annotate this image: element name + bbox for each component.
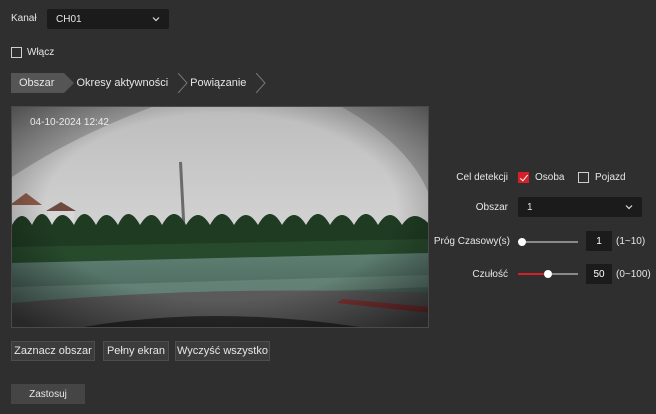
person-label: Osoba <box>535 172 565 183</box>
time-threshold-input[interactable]: 1 <box>586 231 612 251</box>
enable-checkbox[interactable] <box>11 47 22 58</box>
area-label: Obszar <box>475 202 508 213</box>
time-threshold-slider[interactable] <box>518 238 526 246</box>
clear-all-button[interactable]: Wyczyść wszystko <box>175 341 270 361</box>
vehicle-label: Pojazd <box>595 172 626 183</box>
tab-active-periods-label: Okresy aktywności <box>76 77 169 89</box>
detection-target-label: Cel detekcji <box>456 172 508 183</box>
breadcrumb-tabs: Obszar Okresy aktywności Powiązanie <box>11 73 267 93</box>
area-value: 1 <box>527 201 533 213</box>
tab-separator <box>256 73 267 93</box>
tab-linkage-label: Powiązanie <box>190 77 247 89</box>
camera-preview[interactable]: 04-10-2024 12:42 <box>11 106 429 328</box>
tab-area-label: Obszar <box>19 77 55 89</box>
chevron-down-icon <box>625 205 633 210</box>
channel-select[interactable]: CH01 <box>47 9 169 29</box>
tab-separator <box>64 73 75 93</box>
tab-active-periods[interactable]: Okresy aktywności <box>74 73 178 93</box>
chevron-down-icon <box>152 17 160 22</box>
enable-label: Włącz <box>27 47 55 58</box>
time-threshold-range: (1~10) <box>616 236 646 247</box>
time-threshold-track <box>518 241 578 243</box>
sensitivity-range: (0~100) <box>616 269 651 280</box>
channel-value: CH01 <box>56 13 82 25</box>
fullscreen-button[interactable]: Pełny ekran <box>103 341 169 361</box>
person-checkbox[interactable] <box>518 172 529 183</box>
tab-area[interactable]: Obszar <box>11 73 65 93</box>
video-timestamp: 04-10-2024 12:42 <box>30 117 109 128</box>
camera-image: 04-10-2024 12:42 <box>12 107 428 327</box>
channel-label: Kanał <box>11 13 37 24</box>
tab-linkage[interactable]: Powiązanie <box>188 73 256 93</box>
sensitivity-input[interactable]: 50 <box>586 264 612 284</box>
tab-separator <box>178 73 188 93</box>
apply-button[interactable]: Zastosuj <box>11 384 85 404</box>
vehicle-checkbox[interactable] <box>578 172 589 183</box>
sensitivity-slider[interactable] <box>544 270 552 278</box>
area-select[interactable]: 1 <box>518 197 642 217</box>
sensitivity-label: Czułość <box>472 269 508 280</box>
time-threshold-label: Próg Czasowy(s) <box>433 236 510 247</box>
mark-area-button[interactable]: Zaznacz obszar <box>11 341 95 361</box>
